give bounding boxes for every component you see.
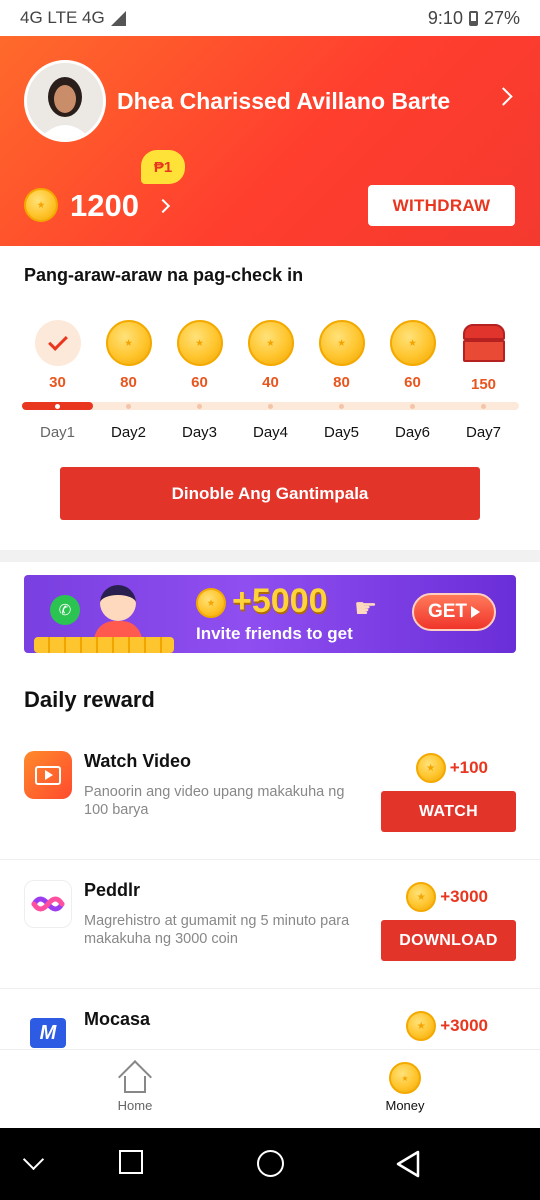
task-reward-amount: +3000 [440, 887, 488, 906]
coin-icon: ★ [389, 1062, 421, 1094]
status-bar: 4G LTE 4G 9:10 27% [0, 0, 540, 36]
progress-dot [197, 404, 202, 409]
checkin-day[interactable]: ★ 80 [93, 320, 164, 391]
network-indicators: 4G LTE 4G [20, 8, 126, 28]
day-label: Day2 [110, 424, 147, 441]
nav-money[interactable]: ★ Money [345, 1062, 465, 1113]
coin-icon: ★ [105, 320, 152, 366]
day-label: Day6 [394, 424, 431, 441]
checkin-title: Pang-araw-araw na pag-check in [24, 265, 304, 285]
progress-dot [55, 404, 60, 409]
coin-icon: ★ [406, 882, 437, 912]
status-right: 9:10 27% [428, 8, 520, 29]
day-amount: 60 [191, 374, 208, 391]
bottom-nav: Home ★ Money [0, 1049, 540, 1128]
signal-icon [110, 10, 126, 26]
get-button[interactable]: GET [412, 593, 496, 631]
profile-name[interactable]: Dhea Charissed Avillano Barte [117, 88, 450, 115]
coin-balance[interactable]: 1200 [70, 188, 139, 224]
day-amount: 80 [333, 374, 350, 391]
treasure-chest-icon [461, 322, 507, 368]
progress-dot [410, 404, 415, 409]
banner-subtitle: Invite friends to get [196, 624, 353, 643]
task-reward: ★ +3000 [406, 1011, 488, 1041]
day-label: Day1 [39, 424, 76, 441]
day-label: Day3 [181, 424, 218, 441]
system-nav-bar [0, 1128, 540, 1200]
nav-money-label: Money [385, 1098, 425, 1113]
progress-dot [481, 404, 486, 409]
progress-dot [339, 404, 344, 409]
checkin-day[interactable]: ★ 60 [377, 320, 448, 391]
checkin-day[interactable]: ★ 80 [306, 320, 377, 391]
clock: 9:10 [427, 7, 463, 28]
home-button-icon[interactable] [257, 1150, 284, 1177]
avatar-image [27, 63, 103, 139]
nav-home-label: Home [117, 1098, 153, 1113]
task-description: Magrehistro at gumamit ng 5 minuto para … [84, 913, 350, 947]
withdraw-button[interactable]: WITHDRAW [368, 185, 515, 226]
chevron-right-icon[interactable] [155, 198, 171, 214]
day-label: Day5 [323, 424, 360, 441]
nav-home[interactable]: Home [75, 1060, 195, 1113]
checkin-day[interactable]: ★ 40 [235, 320, 306, 391]
battery-percent: 27% [483, 7, 520, 28]
download-button[interactable]: DOWNLOAD [381, 920, 516, 961]
day-amount: 30 [49, 374, 66, 391]
coin-icon: ★ [389, 320, 436, 366]
home-icon [118, 1060, 152, 1094]
coin-icon: ★ [24, 188, 58, 222]
task-item: Peddlr Magrehistro at gumamit ng 5 minut… [0, 860, 540, 989]
task-title: Mocasa [84, 1009, 151, 1029]
avatar[interactable] [24, 60, 106, 142]
progress-dot [126, 404, 131, 409]
coin-icon: ★ [196, 588, 226, 618]
pointing-hand-icon: ☛ [354, 593, 378, 623]
task-item: Watch Video Panoorin ang video upang mak… [0, 731, 540, 860]
checkin-day[interactable]: 150 [448, 320, 519, 393]
daily-reward-title: Daily reward [24, 687, 155, 712]
checkin-day[interactable]: ★ 60 [164, 320, 235, 391]
check-icon [34, 320, 81, 366]
network-text: 4G LTE 4G [20, 8, 105, 27]
video-icon [24, 751, 72, 799]
task-reward: ★ +3000 [406, 882, 488, 912]
progress-dot [268, 404, 273, 409]
claim-double-reward-button[interactable]: Dinoble Ang Gantimpala [60, 467, 480, 520]
section-divider [0, 550, 540, 562]
peddlr-icon [24, 880, 72, 928]
coins-pile-illustration [34, 637, 174, 653]
day-amount: 60 [404, 374, 421, 391]
checkin-progress-bar [22, 402, 519, 410]
coin-icon: ★ [176, 320, 223, 366]
profile-header: Dhea Charissed Avillano Barte ₱1 ★ 1200 … [0, 36, 540, 246]
task-title: Watch Video [84, 751, 192, 771]
battery-icon [468, 10, 478, 26]
coin-icon: ★ [318, 320, 365, 366]
day-amount: 150 [470, 376, 497, 393]
coin-icon: ★ [406, 1011, 437, 1041]
coin-icon: ★ [247, 320, 294, 366]
get-button-label: GET [427, 601, 468, 622]
phone-icon: ✆ [50, 595, 80, 625]
day-amount: 80 [120, 374, 137, 391]
task-reward-amount: +100 [449, 758, 488, 777]
task-description: Panoorin ang video upang makakuha ng 100… [84, 784, 345, 818]
chevron-right-icon[interactable] [494, 87, 513, 106]
play-arrow-icon [471, 606, 481, 618]
task-title: Peddlr [84, 880, 141, 900]
checkin-day[interactable]: 30 [22, 320, 93, 391]
recents-icon[interactable] [119, 1150, 143, 1174]
day-label: Day4 [252, 424, 289, 441]
watch-button[interactable]: WATCH [381, 791, 516, 832]
day-label: Day7 [465, 424, 502, 441]
invite-banner[interactable]: ✆ ★ +5000 Invite friends to get ☛ GET [24, 575, 516, 653]
coin-icon: ★ [415, 753, 446, 783]
task-reward-amount: +3000 [440, 1016, 488, 1035]
task-reward: ★ +100 [415, 753, 488, 783]
banner-amount: +5000 [232, 582, 328, 620]
chevron-down-icon[interactable] [22, 1148, 45, 1171]
day-amount: 40 [262, 374, 279, 391]
peso-badge: ₱1 [141, 150, 185, 184]
